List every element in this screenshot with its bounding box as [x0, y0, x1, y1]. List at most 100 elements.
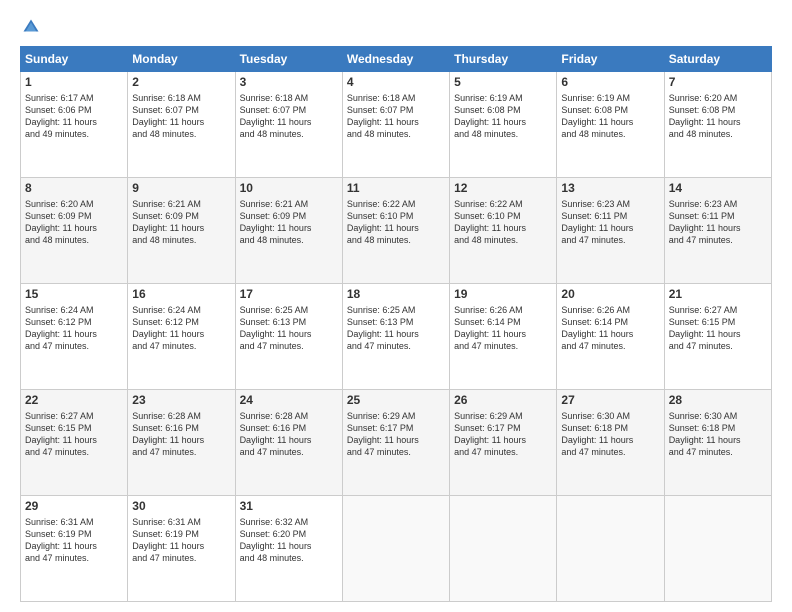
calendar-table: SundayMondayTuesdayWednesdayThursdayFrid…: [20, 46, 772, 602]
logo-icon: [22, 18, 40, 36]
table-row: 19Sunrise: 6:26 AMSunset: 6:14 PMDayligh…: [450, 284, 557, 390]
cell-text: Sunrise: 6:21 AMSunset: 6:09 PMDaylight:…: [240, 198, 338, 247]
table-row: 13Sunrise: 6:23 AMSunset: 6:11 PMDayligh…: [557, 178, 664, 284]
cell-text: Sunrise: 6:25 AMSunset: 6:13 PMDaylight:…: [240, 304, 338, 353]
table-row: [557, 496, 664, 602]
table-row: 17Sunrise: 6:25 AMSunset: 6:13 PMDayligh…: [235, 284, 342, 390]
col-header-tuesday: Tuesday: [235, 47, 342, 72]
cell-text: Sunrise: 6:31 AMSunset: 6:19 PMDaylight:…: [132, 516, 230, 565]
cell-text: Sunrise: 6:29 AMSunset: 6:17 PMDaylight:…: [454, 410, 552, 459]
header: [20, 18, 772, 36]
day-number: 17: [240, 287, 338, 303]
cell-text: Sunrise: 6:24 AMSunset: 6:12 PMDaylight:…: [25, 304, 123, 353]
cell-text: Sunrise: 6:28 AMSunset: 6:16 PMDaylight:…: [240, 410, 338, 459]
day-number: 10: [240, 181, 338, 197]
day-number: 30: [132, 499, 230, 515]
day-number: 5: [454, 75, 552, 91]
table-row: 12Sunrise: 6:22 AMSunset: 6:10 PMDayligh…: [450, 178, 557, 284]
day-number: 20: [561, 287, 659, 303]
day-number: 18: [347, 287, 445, 303]
table-row: 24Sunrise: 6:28 AMSunset: 6:16 PMDayligh…: [235, 390, 342, 496]
day-number: 11: [347, 181, 445, 197]
day-number: 29: [25, 499, 123, 515]
table-row: 5Sunrise: 6:19 AMSunset: 6:08 PMDaylight…: [450, 72, 557, 178]
page: SundayMondayTuesdayWednesdayThursdayFrid…: [0, 0, 792, 612]
cell-text: Sunrise: 6:27 AMSunset: 6:15 PMDaylight:…: [669, 304, 767, 353]
cell-text: Sunrise: 6:28 AMSunset: 6:16 PMDaylight:…: [132, 410, 230, 459]
cell-text: Sunrise: 6:24 AMSunset: 6:12 PMDaylight:…: [132, 304, 230, 353]
table-row: 2Sunrise: 6:18 AMSunset: 6:07 PMDaylight…: [128, 72, 235, 178]
cell-text: Sunrise: 6:22 AMSunset: 6:10 PMDaylight:…: [347, 198, 445, 247]
table-row: 25Sunrise: 6:29 AMSunset: 6:17 PMDayligh…: [342, 390, 449, 496]
day-number: 2: [132, 75, 230, 91]
day-number: 1: [25, 75, 123, 91]
table-row: 10Sunrise: 6:21 AMSunset: 6:09 PMDayligh…: [235, 178, 342, 284]
cell-text: Sunrise: 6:19 AMSunset: 6:08 PMDaylight:…: [561, 92, 659, 141]
table-row: 27Sunrise: 6:30 AMSunset: 6:18 PMDayligh…: [557, 390, 664, 496]
table-row: 9Sunrise: 6:21 AMSunset: 6:09 PMDaylight…: [128, 178, 235, 284]
cell-text: Sunrise: 6:18 AMSunset: 6:07 PMDaylight:…: [132, 92, 230, 141]
day-number: 19: [454, 287, 552, 303]
table-row: 22Sunrise: 6:27 AMSunset: 6:15 PMDayligh…: [21, 390, 128, 496]
col-header-sunday: Sunday: [21, 47, 128, 72]
table-row: 7Sunrise: 6:20 AMSunset: 6:08 PMDaylight…: [664, 72, 771, 178]
day-number: 31: [240, 499, 338, 515]
cell-text: Sunrise: 6:18 AMSunset: 6:07 PMDaylight:…: [240, 92, 338, 141]
day-number: 26: [454, 393, 552, 409]
day-number: 15: [25, 287, 123, 303]
table-row: 20Sunrise: 6:26 AMSunset: 6:14 PMDayligh…: [557, 284, 664, 390]
table-row: 30Sunrise: 6:31 AMSunset: 6:19 PMDayligh…: [128, 496, 235, 602]
day-number: 13: [561, 181, 659, 197]
cell-text: Sunrise: 6:27 AMSunset: 6:15 PMDaylight:…: [25, 410, 123, 459]
col-header-friday: Friday: [557, 47, 664, 72]
col-header-wednesday: Wednesday: [342, 47, 449, 72]
cell-text: Sunrise: 6:30 AMSunset: 6:18 PMDaylight:…: [669, 410, 767, 459]
table-row: 21Sunrise: 6:27 AMSunset: 6:15 PMDayligh…: [664, 284, 771, 390]
day-number: 28: [669, 393, 767, 409]
table-row: 29Sunrise: 6:31 AMSunset: 6:19 PMDayligh…: [21, 496, 128, 602]
logo-text: [20, 18, 40, 36]
cell-text: Sunrise: 6:31 AMSunset: 6:19 PMDaylight:…: [25, 516, 123, 565]
cell-text: Sunrise: 6:26 AMSunset: 6:14 PMDaylight:…: [561, 304, 659, 353]
day-number: 25: [347, 393, 445, 409]
cell-text: Sunrise: 6:23 AMSunset: 6:11 PMDaylight:…: [669, 198, 767, 247]
cell-text: Sunrise: 6:20 AMSunset: 6:09 PMDaylight:…: [25, 198, 123, 247]
day-number: 6: [561, 75, 659, 91]
table-row: 28Sunrise: 6:30 AMSunset: 6:18 PMDayligh…: [664, 390, 771, 496]
cell-text: Sunrise: 6:20 AMSunset: 6:08 PMDaylight:…: [669, 92, 767, 141]
cell-text: Sunrise: 6:26 AMSunset: 6:14 PMDaylight:…: [454, 304, 552, 353]
table-row: 11Sunrise: 6:22 AMSunset: 6:10 PMDayligh…: [342, 178, 449, 284]
day-number: 22: [25, 393, 123, 409]
table-row: 1Sunrise: 6:17 AMSunset: 6:06 PMDaylight…: [21, 72, 128, 178]
table-row: [342, 496, 449, 602]
cell-text: Sunrise: 6:22 AMSunset: 6:10 PMDaylight:…: [454, 198, 552, 247]
day-number: 12: [454, 181, 552, 197]
table-row: 4Sunrise: 6:18 AMSunset: 6:07 PMDaylight…: [342, 72, 449, 178]
table-row: 18Sunrise: 6:25 AMSunset: 6:13 PMDayligh…: [342, 284, 449, 390]
cell-text: Sunrise: 6:17 AMSunset: 6:06 PMDaylight:…: [25, 92, 123, 141]
table-row: 14Sunrise: 6:23 AMSunset: 6:11 PMDayligh…: [664, 178, 771, 284]
day-number: 4: [347, 75, 445, 91]
table-row: 31Sunrise: 6:32 AMSunset: 6:20 PMDayligh…: [235, 496, 342, 602]
day-number: 8: [25, 181, 123, 197]
day-number: 27: [561, 393, 659, 409]
cell-text: Sunrise: 6:29 AMSunset: 6:17 PMDaylight:…: [347, 410, 445, 459]
table-row: 6Sunrise: 6:19 AMSunset: 6:08 PMDaylight…: [557, 72, 664, 178]
table-row: 23Sunrise: 6:28 AMSunset: 6:16 PMDayligh…: [128, 390, 235, 496]
cell-text: Sunrise: 6:18 AMSunset: 6:07 PMDaylight:…: [347, 92, 445, 141]
day-number: 7: [669, 75, 767, 91]
day-number: 21: [669, 287, 767, 303]
col-header-saturday: Saturday: [664, 47, 771, 72]
table-row: 16Sunrise: 6:24 AMSunset: 6:12 PMDayligh…: [128, 284, 235, 390]
cell-text: Sunrise: 6:32 AMSunset: 6:20 PMDaylight:…: [240, 516, 338, 565]
table-row: 15Sunrise: 6:24 AMSunset: 6:12 PMDayligh…: [21, 284, 128, 390]
day-number: 14: [669, 181, 767, 197]
table-row: 26Sunrise: 6:29 AMSunset: 6:17 PMDayligh…: [450, 390, 557, 496]
cell-text: Sunrise: 6:25 AMSunset: 6:13 PMDaylight:…: [347, 304, 445, 353]
cell-text: Sunrise: 6:23 AMSunset: 6:11 PMDaylight:…: [561, 198, 659, 247]
logo: [20, 18, 40, 36]
day-number: 3: [240, 75, 338, 91]
cell-text: Sunrise: 6:19 AMSunset: 6:08 PMDaylight:…: [454, 92, 552, 141]
col-header-monday: Monday: [128, 47, 235, 72]
table-row: 3Sunrise: 6:18 AMSunset: 6:07 PMDaylight…: [235, 72, 342, 178]
